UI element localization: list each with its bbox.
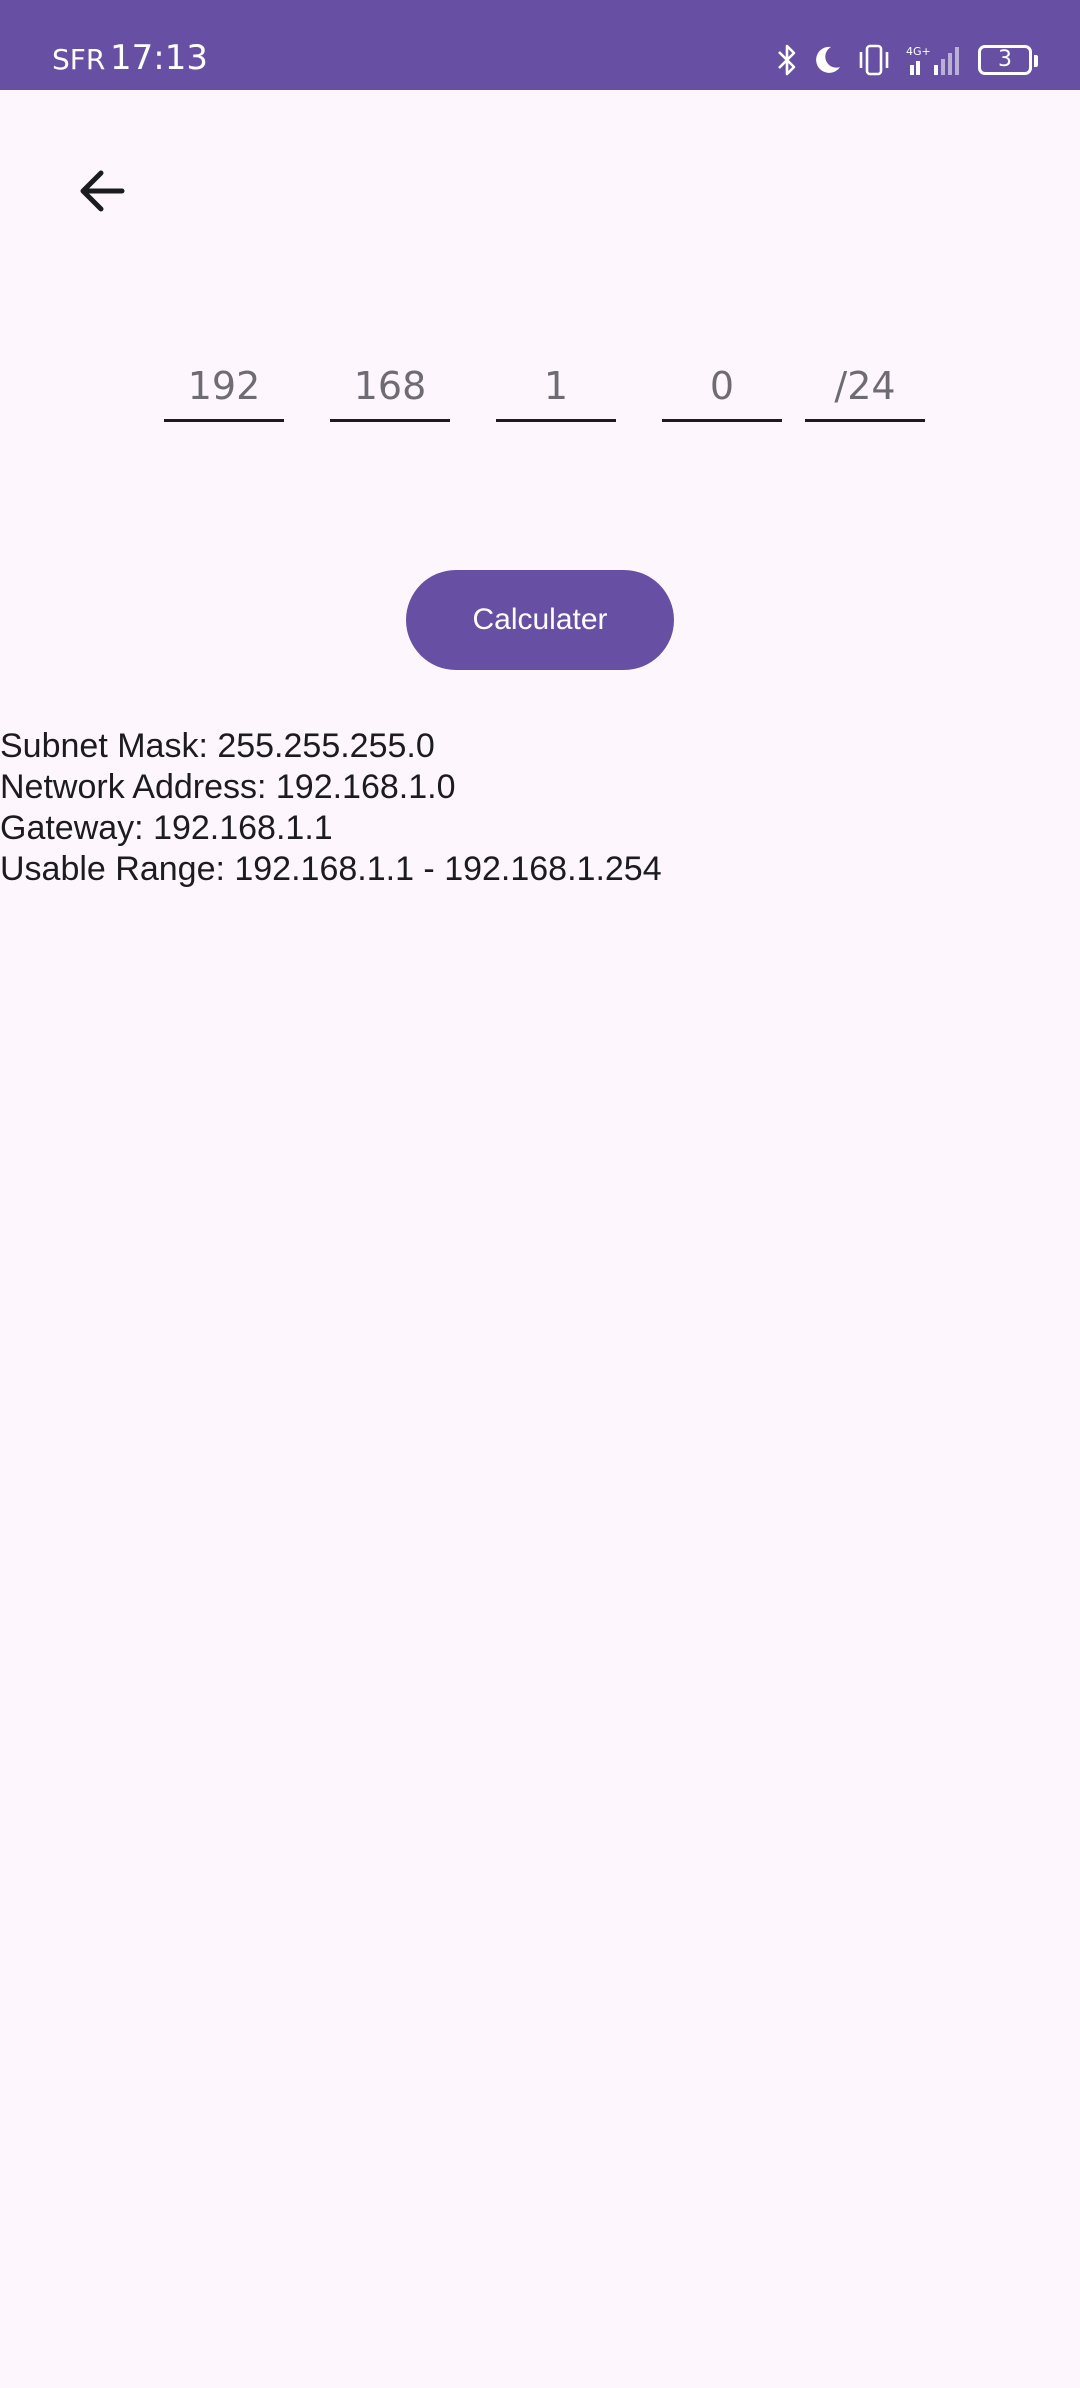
octet-1-field[interactable] [164,356,284,422]
arrow-left-icon [80,170,125,212]
usable-range-result: Usable Range: 192.168.1.1 - 192.168.1.25… [0,850,662,888]
gateway-result: Gateway: 192.168.1.1 [0,809,333,847]
network-address-result: Network Address: 192.168.1.0 [0,768,456,806]
calculate-button[interactable]: Calculater [406,570,674,670]
clock: 17:13 [110,38,208,78]
octet-2-field[interactable] [330,356,450,422]
octet-1-input[interactable] [164,356,284,416]
cidr-field[interactable] [805,356,925,422]
status-bar: SFR 17:13 4G+ 3 [0,0,1080,90]
octet-4-input[interactable] [662,356,782,416]
results-panel: Subnet Mask: 255.255.255.0 Network Addre… [0,726,662,890]
status-icons: 4G+ 3 [776,40,1038,80]
vibrate-icon [859,44,889,76]
carrier-label: SFR [52,43,106,76]
subnet-mask-result: Subnet Mask: 255.255.255.0 [0,727,435,765]
bluetooth-icon [778,44,796,76]
back-button[interactable] [70,158,136,224]
octet-3-field[interactable] [496,356,616,422]
octet-2-input[interactable] [330,356,450,416]
cidr-input[interactable] [805,356,925,416]
moon-icon [816,46,840,73]
signal-icon: 4G+ [906,45,959,75]
network-type-label: 4G+ [906,45,931,58]
octet-3-input[interactable] [496,356,616,416]
octet-4-field[interactable] [662,356,782,422]
battery-icon: 3 [978,45,1038,75]
